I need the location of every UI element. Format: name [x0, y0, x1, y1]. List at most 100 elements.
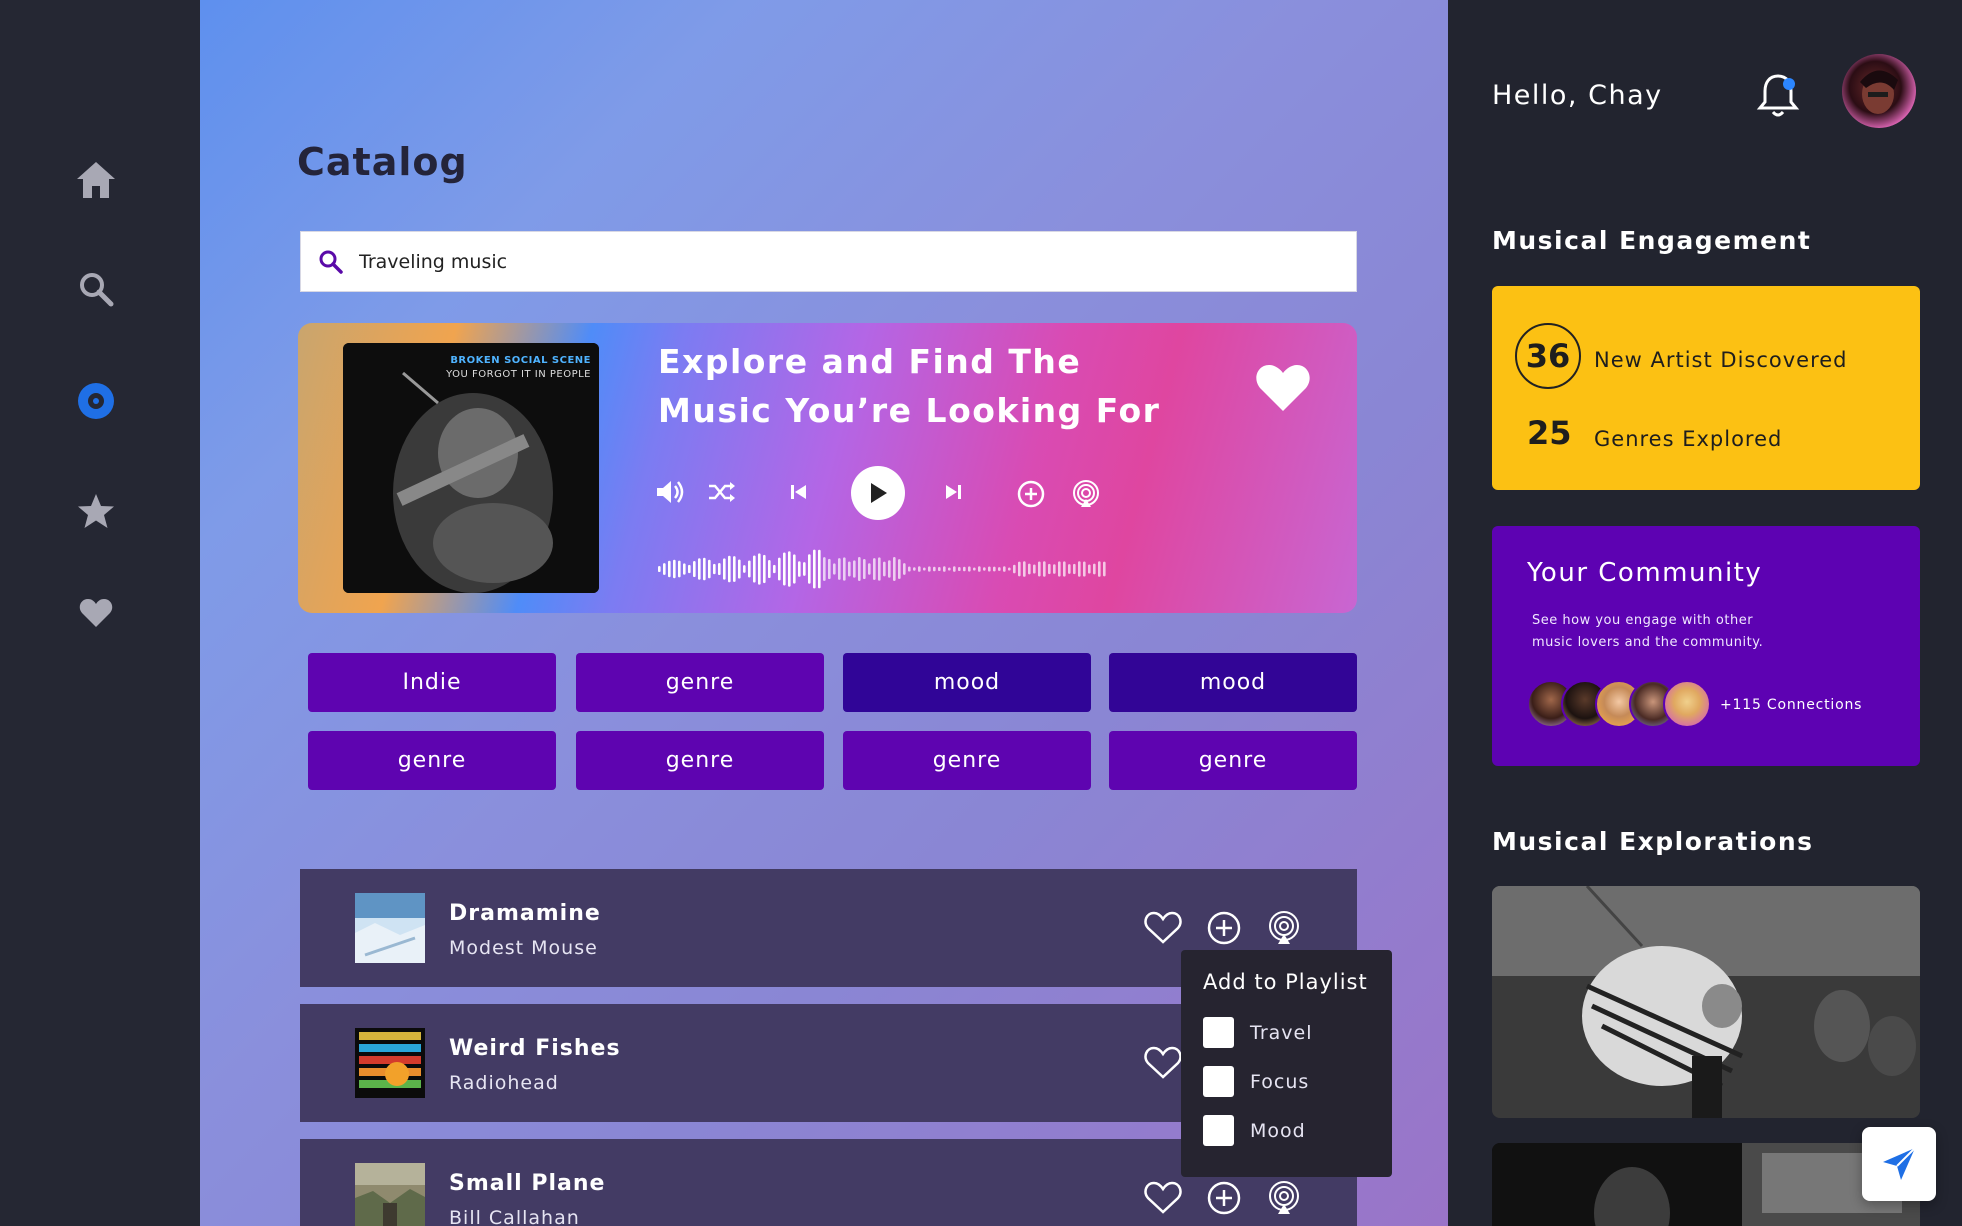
- chip-mood[interactable]: mood: [1109, 653, 1357, 712]
- chip-indie[interactable]: Indie: [308, 653, 556, 712]
- exploration-photo[interactable]: [1492, 886, 1920, 1118]
- waveform-bar: [748, 560, 751, 578]
- community-card[interactable]: Your Community See how you engage with o…: [1492, 526, 1920, 766]
- waveform-visualizer[interactable]: [658, 545, 1108, 593]
- waveform-bar: [1013, 564, 1016, 574]
- checkbox[interactable]: [1203, 1017, 1234, 1048]
- airplay-icon[interactable]: [1263, 1177, 1305, 1219]
- exploration-photo[interactable]: [1492, 1143, 1920, 1226]
- artists-label: New Artist Discovered: [1594, 348, 1848, 372]
- waveform-bar: [898, 559, 901, 579]
- waveform-bar: [708, 559, 711, 579]
- search-bar[interactable]: [300, 231, 1357, 292]
- waveform-bar: [848, 561, 851, 577]
- waveform-bar: [803, 562, 806, 576]
- previous-icon[interactable]: [789, 482, 809, 502]
- section-title-explorations: Musical Explorations: [1492, 827, 1814, 856]
- search-input[interactable]: [359, 250, 1259, 273]
- airplay-icon[interactable]: [1071, 479, 1101, 509]
- app-window: Catalog BROKEN SOCIAL SCENE YOU FORGOT I…: [0, 0, 1962, 1226]
- waveform-bar: [833, 563, 836, 575]
- waveform-bar: [733, 556, 736, 582]
- waveform-bar: [823, 557, 826, 581]
- waveform-bar: [863, 558, 866, 580]
- send-fab-button[interactable]: [1862, 1127, 1936, 1201]
- waveform-bar: [983, 567, 986, 571]
- waveform-bar: [968, 566, 971, 572]
- waveform-bar: [843, 557, 846, 581]
- waveform-bar: [743, 565, 746, 573]
- playlist-option-mood[interactable]: Mood: [1203, 1106, 1370, 1155]
- waveform-bar: [903, 563, 906, 575]
- shuffle-icon[interactable]: [707, 481, 737, 503]
- add-to-playlist-popup: Add to Playlist Travel Focus Mood: [1181, 950, 1392, 1177]
- home-icon[interactable]: [72, 156, 120, 204]
- now-playing-card: BROKEN SOCIAL SCENE YOU FORGOT IT IN PEO…: [298, 323, 1357, 613]
- waveform-bar: [1058, 561, 1061, 577]
- track-title: Small Plane: [449, 1171, 606, 1196]
- waveform-bar: [788, 551, 791, 587]
- waveform-bar: [988, 566, 991, 572]
- waveform-bar: [908, 566, 911, 572]
- waveform-bar: [698, 558, 701, 580]
- waveform-bar: [1103, 561, 1106, 577]
- waveform-bar: [948, 567, 951, 571]
- chip-genre[interactable]: genre: [843, 731, 1091, 790]
- track-artist: Modest Mouse: [449, 937, 598, 959]
- playlist-option-focus[interactable]: Focus: [1203, 1057, 1370, 1106]
- chip-genre[interactable]: genre: [1109, 731, 1357, 790]
- waveform-bar: [663, 563, 666, 575]
- waveform-bar: [1053, 564, 1056, 574]
- like-heart-icon[interactable]: [1255, 363, 1311, 415]
- checkbox[interactable]: [1203, 1066, 1234, 1097]
- waveform-bar: [1028, 563, 1031, 575]
- heart-icon[interactable]: [1142, 1042, 1184, 1084]
- search-icon[interactable]: [72, 265, 120, 313]
- album-caption-title: YOU FORGOT IT IN PEOPLE: [446, 369, 591, 380]
- waveform-bar: [928, 566, 931, 572]
- main-content: Catalog BROKEN SOCIAL SCENE YOU FORGOT I…: [200, 0, 1448, 1226]
- waveform-bar: [1073, 563, 1076, 575]
- waveform-bar: [668, 560, 671, 578]
- album-art[interactable]: BROKEN SOCIAL SCENE YOU FORGOT IT IN PEO…: [343, 343, 599, 593]
- play-button[interactable]: [851, 466, 905, 520]
- section-title-engagement: Musical Engagement: [1492, 226, 1812, 255]
- avatar[interactable]: [1842, 54, 1916, 128]
- checkbox[interactable]: [1203, 1115, 1234, 1146]
- waveform-bar: [818, 549, 821, 589]
- waveform-bar: [993, 566, 996, 572]
- greeting: Hello, Chay: [1492, 80, 1663, 111]
- waveform-bar: [918, 566, 921, 572]
- chip-genre[interactable]: genre: [308, 731, 556, 790]
- community-title: Your Community: [1527, 558, 1763, 588]
- add-to-playlist-icon[interactable]: [1203, 1177, 1245, 1219]
- waveform-bar: [963, 566, 966, 572]
- engagement-card: 36 New Artist Discovered 25 Genres Explo…: [1492, 286, 1920, 490]
- star-icon[interactable]: [72, 487, 120, 535]
- hero-title: Explore and Find The Music You’re Lookin…: [658, 342, 1161, 430]
- avatar: [1663, 680, 1711, 728]
- disc-icon[interactable]: [72, 377, 120, 425]
- chip-mood[interactable]: mood: [843, 653, 1091, 712]
- notification-bell-icon[interactable]: [1755, 70, 1801, 120]
- next-icon[interactable]: [943, 482, 963, 502]
- notification-dot: [1783, 78, 1795, 90]
- waveform-bar: [738, 559, 741, 579]
- add-to-playlist-icon[interactable]: [1203, 907, 1245, 949]
- waveform-bar: [853, 560, 856, 578]
- waveform-bar: [883, 561, 886, 577]
- playlist-option-travel[interactable]: Travel: [1203, 1008, 1370, 1057]
- chip-genre[interactable]: genre: [576, 653, 824, 712]
- track-title: Dramamine: [449, 901, 601, 926]
- volume-icon[interactable]: [655, 478, 685, 506]
- heart-icon[interactable]: [1142, 907, 1184, 949]
- waveform-bar: [1048, 563, 1051, 575]
- waveform-bar: [768, 559, 771, 579]
- waveform-bar: [693, 560, 696, 578]
- heart-icon[interactable]: [1142, 1177, 1184, 1219]
- chip-genre[interactable]: genre: [576, 731, 824, 790]
- add-to-playlist-icon[interactable]: [1017, 480, 1045, 508]
- airplay-icon[interactable]: [1263, 907, 1305, 949]
- heart-icon[interactable]: [72, 589, 120, 637]
- connections-count: +115 Connections: [1720, 697, 1863, 713]
